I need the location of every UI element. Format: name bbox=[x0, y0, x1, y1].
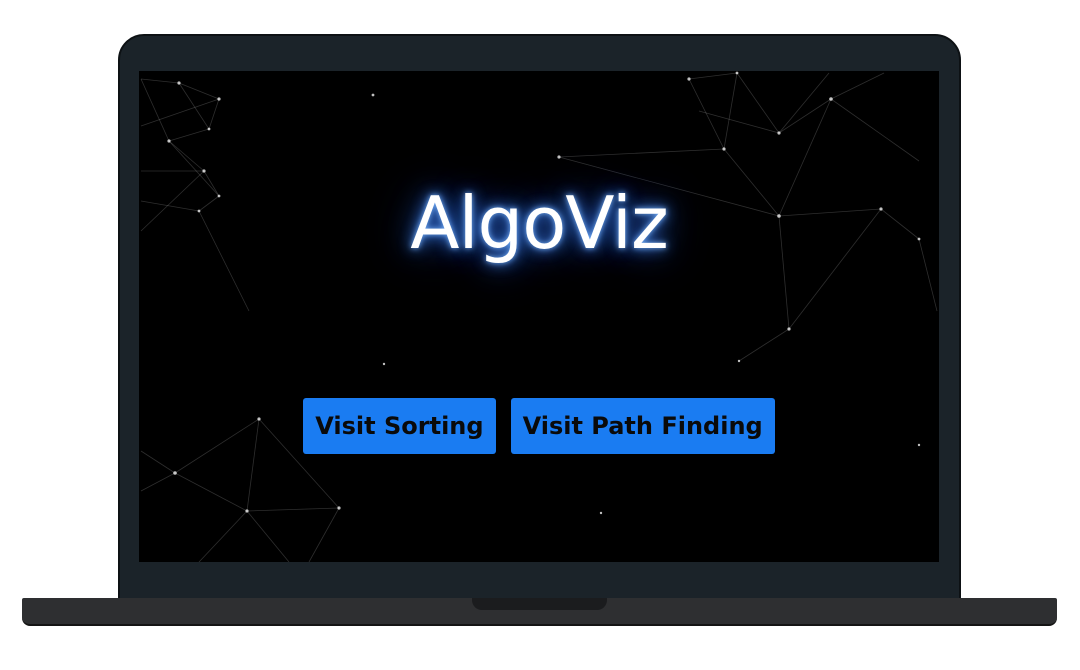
laptop-hinge-notch bbox=[472, 598, 607, 610]
navigation-buttons: Visit Sorting Visit Path Finding bbox=[139, 398, 939, 454]
visit-sorting-button[interactable]: Visit Sorting bbox=[303, 398, 496, 454]
particle-network-background bbox=[140, 71, 938, 562]
app-screen: AlgoViz Visit Sorting Visit Path Finding bbox=[139, 71, 939, 562]
app-title: AlgoViz bbox=[410, 181, 668, 265]
laptop-mockup: AlgoViz Visit Sorting Visit Path Finding bbox=[0, 0, 1080, 670]
visit-path-finding-button[interactable]: Visit Path Finding bbox=[510, 398, 775, 454]
